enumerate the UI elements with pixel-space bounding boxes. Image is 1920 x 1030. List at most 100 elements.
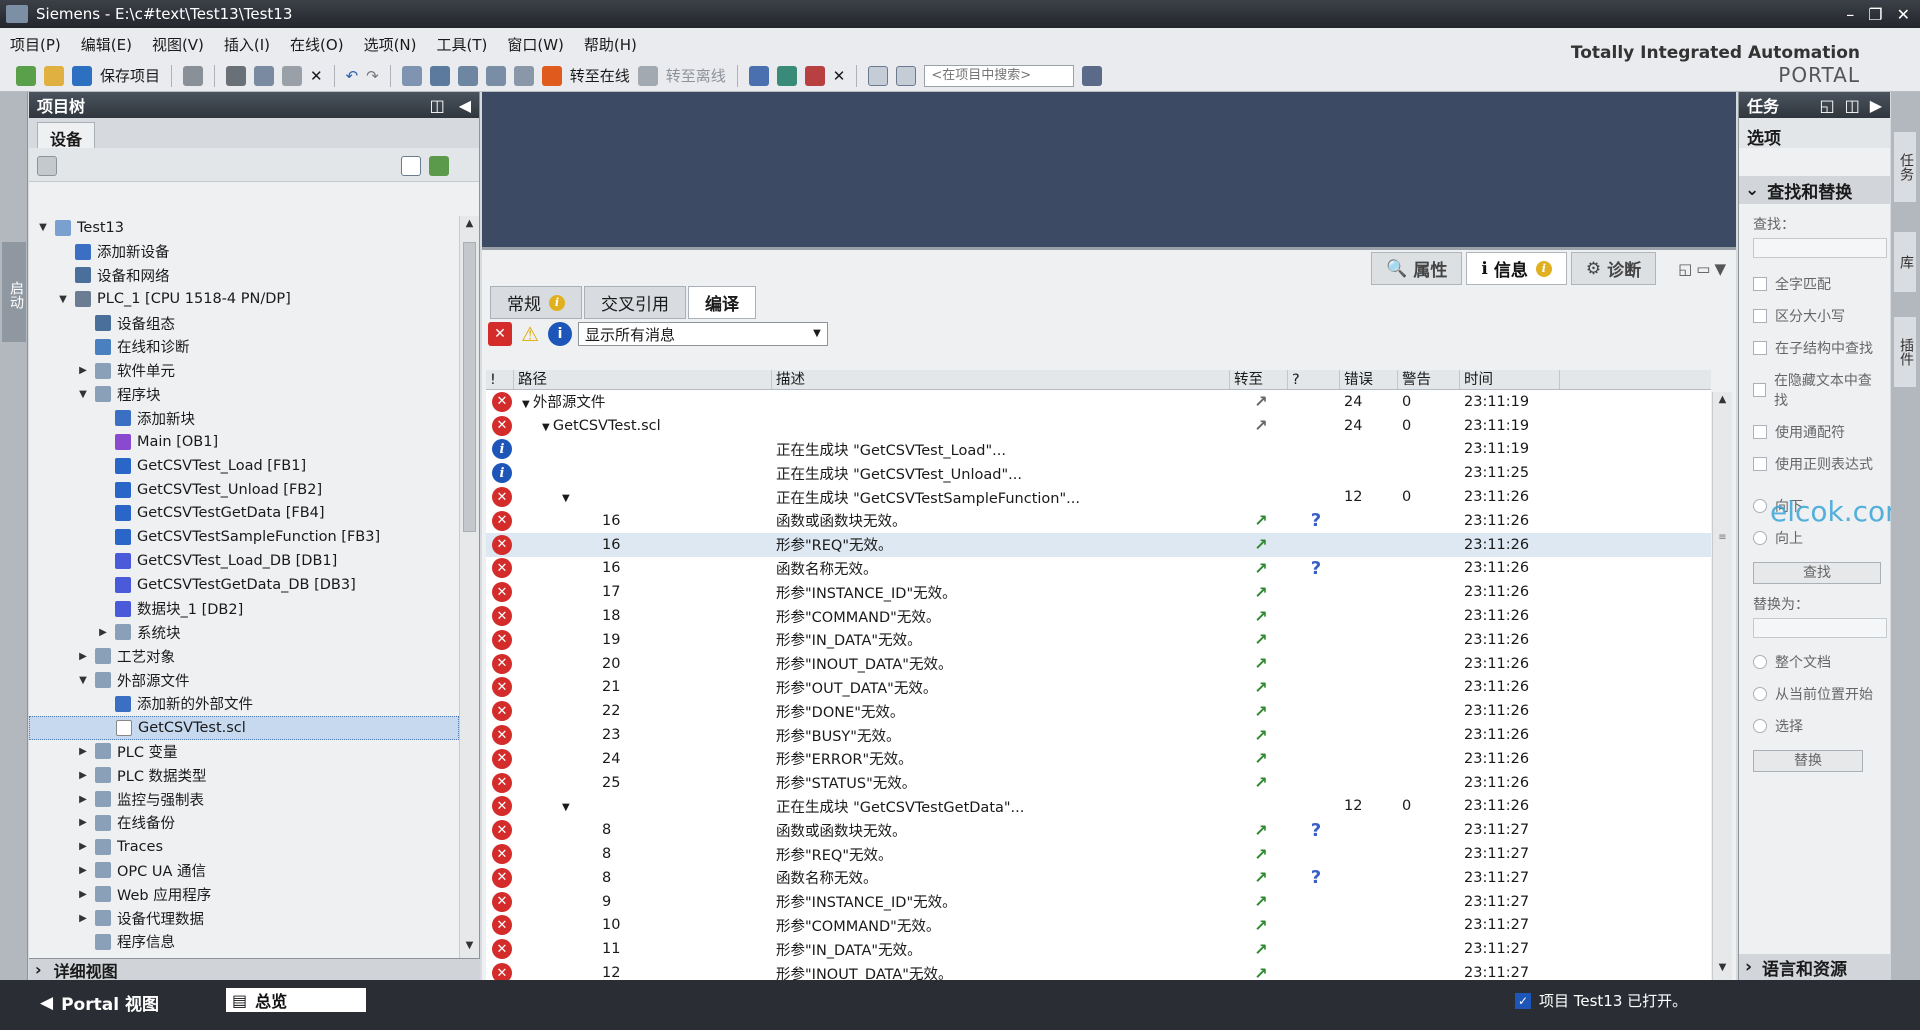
column-header[interactable]: 描述 xyxy=(772,370,1230,389)
checkbox[interactable] xyxy=(1753,457,1767,471)
tree-item[interactable]: ▶ 工艺对象 xyxy=(29,644,459,668)
message-row[interactable]: ✕ 18 形参"COMMAND"无效。 ↗ 23:11:26 xyxy=(486,604,1711,628)
tree-properties-icon[interactable] xyxy=(37,156,57,176)
checkbox[interactable] xyxy=(1753,425,1767,439)
checkbox[interactable] xyxy=(1753,277,1767,291)
goto-arrow-icon[interactable]: ↗ xyxy=(1254,654,1267,673)
cut-icon[interactable] xyxy=(226,65,247,86)
tree-scroll-thumb[interactable] xyxy=(463,242,476,532)
goto-arrow-icon[interactable]: ↗ xyxy=(1254,892,1267,911)
device-icon[interactable] xyxy=(513,65,534,86)
go-online-icon[interactable] xyxy=(541,65,562,86)
messages-scrollbar[interactable]: ▲ ≡ ▼ xyxy=(1712,392,1732,980)
collapsed-caret-icon[interactable]: ▶ xyxy=(77,651,89,662)
help-question-icon[interactable]: ? xyxy=(1311,510,1321,531)
download-icon[interactable] xyxy=(429,65,450,86)
scroll-up-icon[interactable]: ▲ xyxy=(1715,394,1730,410)
message-row[interactable]: ✕ 25 形参"STATUS"无效。 ↗ 23:11:26 xyxy=(486,771,1711,795)
goto-arrow-icon[interactable]: ↗ xyxy=(1254,416,1267,435)
message-row[interactable]: ✕ 8 形参"REQ"无效。 ↗ 23:11:27 xyxy=(486,842,1711,866)
radio-option[interactable]: 选择 xyxy=(1739,710,1890,742)
tab-info[interactable]: ℹ 信息 i xyxy=(1466,252,1567,285)
minimize-button[interactable]: – xyxy=(1846,5,1854,24)
column-header[interactable]: 错误 xyxy=(1340,370,1398,389)
help-question-icon[interactable]: ? xyxy=(1311,820,1321,841)
collapse-down-icon[interactable]: ▼ xyxy=(1714,260,1726,278)
tree-item[interactable]: ▶ 在线备份 xyxy=(29,811,459,835)
tree-item[interactable]: ▶ PLC 数据类型 xyxy=(29,763,459,787)
message-row[interactable]: ✕ 22 形参"DONE"无效。 ↗ 23:11:26 xyxy=(486,699,1711,723)
redo-icon[interactable]: ↷ xyxy=(366,67,379,85)
message-row[interactable]: ✕ 8 函数名称无效。 ↗? 23:11:27 xyxy=(486,866,1711,890)
goto-arrow-icon[interactable]: ↗ xyxy=(1254,678,1267,697)
menu-item[interactable]: 插入(I) xyxy=(224,34,270,55)
radio-button[interactable] xyxy=(1753,499,1767,513)
tree-item[interactable]: GetCSVTestGetData_DB [DB3] xyxy=(29,573,459,597)
goto-arrow-icon[interactable]: ↗ xyxy=(1254,773,1267,792)
message-row[interactable]: ✕ ▼ 正在生成块 "GetCSVTestSampleFunction"... 12… xyxy=(486,485,1711,509)
checkbox-option[interactable]: 区分大小写 xyxy=(1739,300,1890,332)
collapsed-caret-icon[interactable]: ▶ xyxy=(77,817,89,828)
tree-item[interactable]: ▶ PLC 变量 xyxy=(29,740,459,764)
column-header[interactable]: 警告 xyxy=(1398,370,1460,389)
checkbox-option[interactable]: 使用正则表达式 xyxy=(1739,448,1890,480)
collapsed-caret-icon[interactable]: ▶ xyxy=(77,841,89,852)
delete-icon[interactable]: ✕ xyxy=(310,67,323,85)
minimize-panel-icon[interactable]: ▭ xyxy=(1696,260,1710,278)
save-project-button[interactable]: 保存项目 xyxy=(100,65,160,86)
scroll-grip-icon[interactable]: ≡ xyxy=(1715,532,1730,548)
collapsed-caret-icon[interactable]: ▶ xyxy=(97,627,109,638)
menu-item[interactable]: 窗口(W) xyxy=(507,34,564,55)
goto-arrow-icon[interactable]: ↗ xyxy=(1254,749,1267,768)
paste-icon[interactable] xyxy=(282,65,303,86)
tree-item[interactable]: ▼ 程序块 xyxy=(29,383,459,407)
column-header[interactable]: 路径 xyxy=(514,370,772,389)
tasks-vertical-tab[interactable]: 任务 xyxy=(1894,132,1916,202)
scroll-down-icon[interactable]: ▼ xyxy=(1715,962,1730,978)
tree-item[interactable]: ▶ 软件单元 xyxy=(29,359,459,383)
tree-item[interactable]: ▼ Test13 xyxy=(29,216,459,240)
tab-properties[interactable]: 🔍 属性 xyxy=(1371,252,1463,285)
chevron-down-icon[interactable]: ▼ xyxy=(809,325,825,343)
compile-icon[interactable] xyxy=(401,65,422,86)
upload-icon[interactable] xyxy=(457,65,478,86)
goto-arrow-icon[interactable]: ↗ xyxy=(1254,964,1267,980)
message-row[interactable]: ✕ 11 形参"IN_DATA"无效。 ↗ 23:11:27 xyxy=(486,937,1711,961)
split-vertical-icon[interactable] xyxy=(896,65,917,86)
tree-item[interactable]: 数据块_1 [DB2] xyxy=(29,597,459,621)
message-row[interactable]: ✕ 12 形参"INOUT_DATA"无效。 ↗ 23:11:27 xyxy=(486,961,1711,980)
expanded-caret-icon[interactable]: ▼ xyxy=(77,675,89,686)
project-search-input[interactable] xyxy=(924,64,1075,87)
column-header[interactable]: 时间 xyxy=(1460,370,1560,389)
collapsed-caret-icon[interactable]: ▶ xyxy=(77,770,89,781)
collapsed-caret-icon[interactable]: ▶ xyxy=(77,365,89,376)
expanded-caret-icon[interactable]: ▼ xyxy=(57,294,69,305)
tree-sync-icon[interactable] xyxy=(429,156,449,176)
menu-item[interactable]: 视图(V) xyxy=(152,34,204,55)
collapsed-caret-icon[interactable]: ▶ xyxy=(77,865,89,876)
goto-arrow-icon[interactable]: ↗ xyxy=(1254,392,1267,411)
tree-item[interactable]: ▶ OPC UA 通信 xyxy=(29,859,459,883)
checkbox[interactable] xyxy=(1753,309,1767,323)
tab-diagnostics[interactable]: ⚙ 诊断 xyxy=(1570,252,1657,285)
detail-view-bar[interactable]: › 详细视图 xyxy=(29,958,480,981)
tree-item[interactable]: 程序信息 xyxy=(29,930,459,954)
radio-button[interactable] xyxy=(1753,531,1767,545)
goto-arrow-icon[interactable]: ↗ xyxy=(1254,868,1267,887)
tree-item[interactable]: 添加新的外部文件 xyxy=(29,692,459,716)
tree-item[interactable]: 设备组态 xyxy=(29,311,459,335)
message-row[interactable]: i 正在生成块 "GetCSVTest_Load"... 23:11:19 xyxy=(486,438,1711,462)
tree-item[interactable]: GetCSVTestGetData [FB4] xyxy=(29,502,459,526)
tree-item[interactable]: 添加新块 xyxy=(29,406,459,430)
addins-vertical-tab[interactable]: 插件 xyxy=(1894,317,1916,387)
accessible-devices-icon[interactable] xyxy=(748,65,769,86)
tree-item[interactable]: ▶ Web 应用程序 xyxy=(29,882,459,906)
collapsed-caret-icon[interactable]: ▶ xyxy=(77,746,89,757)
goto-arrow-icon[interactable]: ↗ xyxy=(1254,511,1267,530)
message-row[interactable]: ✕ ▼ 外部源文件 ↗ 24 0 23:11:19 xyxy=(486,390,1711,414)
tree-item[interactable]: GetCSVTest_Unload [FB2] xyxy=(29,478,459,502)
tree-view-icon[interactable] xyxy=(401,156,421,176)
copy-icon[interactable] xyxy=(254,65,275,86)
tree-item[interactable]: 设备和网络 xyxy=(29,264,459,288)
message-row[interactable]: ✕ 21 形参"OUT_DATA"无效。 ↗ 23:11:26 xyxy=(486,676,1711,700)
